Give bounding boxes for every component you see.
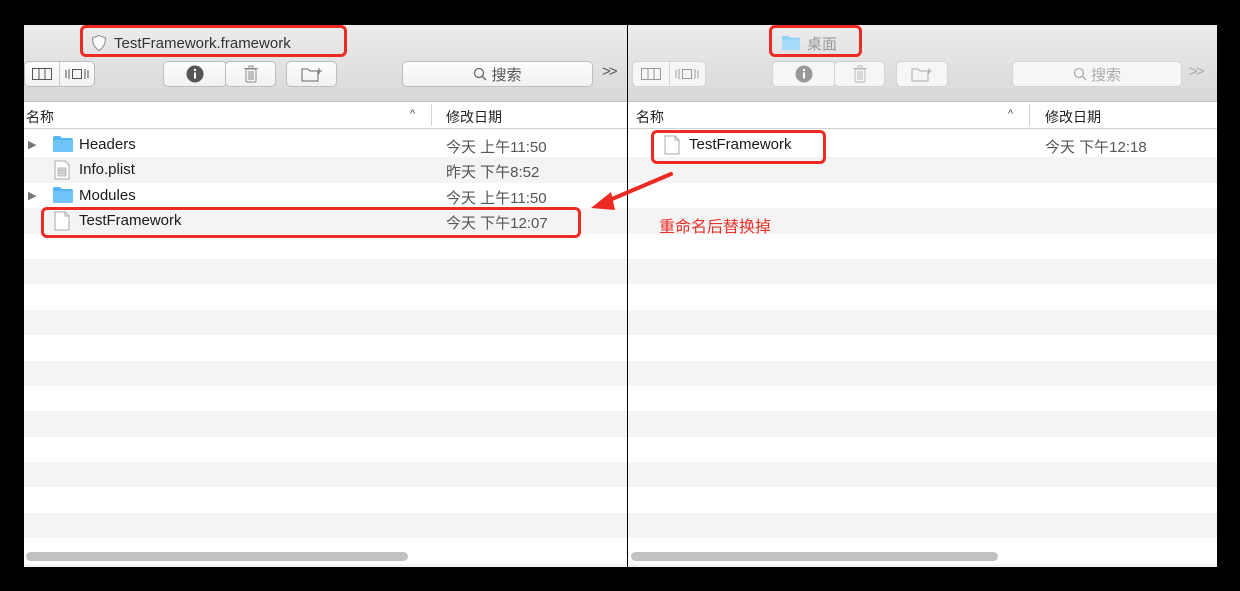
- empty-row: [628, 309, 1217, 336]
- empty-row: [24, 284, 627, 309]
- column-view-icon: [640, 68, 661, 80]
- empty-row: [24, 462, 627, 488]
- folder-icon: [52, 135, 74, 157]
- trash-icon: [852, 65, 867, 83]
- column-divider[interactable]: [431, 104, 432, 126]
- empty-row: [628, 234, 1217, 259]
- empty-row: [24, 309, 627, 336]
- toolbar-overflow-chevron[interactable]: >>: [1189, 63, 1204, 80]
- coverflow-view-icon: [675, 69, 699, 79]
- file-date: 昨天 下午8:52: [446, 164, 540, 182]
- empty-row: [628, 335, 1217, 360]
- search-placeholder: 搜索: [491, 66, 522, 84]
- new-folder-icon: [911, 68, 932, 82]
- file-name: Info.plist: [79, 161, 135, 179]
- folder-icon: [52, 186, 74, 208]
- disclosure-triangle-icon[interactable]: ▶: [28, 189, 36, 202]
- empty-row: [24, 411, 627, 437]
- empty-row: [628, 462, 1217, 488]
- toolbar-overflow-chevron[interactable]: >>: [602, 63, 617, 80]
- view-mode-segmented: [24, 61, 95, 87]
- new-folder-icon: [301, 68, 322, 82]
- empty-row: [24, 258, 627, 285]
- empty-row: [628, 487, 1217, 512]
- finder-window-right: 桌面 搜索 >> 名称 ^ 修改日期 TestFramework 今天 下午12…: [628, 25, 1217, 567]
- sort-ascending-icon: ^: [1008, 108, 1014, 120]
- coverflow-view-icon: [65, 69, 89, 79]
- empty-row: [628, 411, 1217, 437]
- empty-row: [24, 512, 627, 539]
- empty-row: [628, 563, 1217, 567]
- highlight-box-right-file: [651, 130, 826, 164]
- horizontal-scrollbar[interactable]: [26, 552, 408, 561]
- delete-button[interactable]: [834, 61, 885, 87]
- file-date: 今天 上午11:50: [446, 189, 547, 207]
- file-name: Headers: [79, 136, 136, 153]
- empty-row: [628, 386, 1217, 411]
- empty-row: [628, 183, 1217, 208]
- new-folder-button[interactable]: [286, 61, 337, 87]
- plist-file-icon: [54, 160, 70, 184]
- file-row-headers[interactable]: ▶ Headers 今天 上午11:50: [24, 132, 627, 157]
- file-row-modules[interactable]: ▶ Modules 今天 上午11:50: [24, 183, 627, 208]
- horizontal-scrollbar[interactable]: [631, 552, 998, 561]
- search-field[interactable]: 搜索: [1012, 61, 1182, 87]
- search-field[interactable]: 搜索: [402, 61, 593, 87]
- highlight-box-left-title: [80, 25, 347, 57]
- annotation-note: 重命名后替换掉: [659, 219, 772, 236]
- get-info-button[interactable]: [163, 61, 227, 87]
- name-column-header[interactable]: 名称: [26, 107, 54, 127]
- highlight-box-right-title: [769, 25, 862, 57]
- get-info-button[interactable]: [772, 61, 836, 87]
- empty-row: [24, 360, 627, 386]
- date-column-header[interactable]: 修改日期: [446, 107, 502, 127]
- empty-row: [24, 437, 627, 462]
- disclosure-triangle-icon[interactable]: ▶: [28, 138, 36, 151]
- empty-row: [24, 386, 627, 411]
- delete-button[interactable]: [225, 61, 276, 87]
- date-column-header[interactable]: 修改日期: [1045, 107, 1101, 127]
- coverflow-view-button[interactable]: [670, 62, 706, 86]
- name-column-header[interactable]: 名称: [636, 107, 664, 127]
- list-header: 名称 ^ 修改日期: [628, 102, 1217, 129]
- sort-ascending-icon: ^: [410, 108, 416, 120]
- file-list: TestFramework 今天 下午12:18: [628, 132, 1217, 567]
- highlight-box-left-file: [41, 207, 581, 238]
- finder-window-left: TestFramework.framework 搜索 >> 名称 ^ 修改日期 …: [24, 25, 627, 567]
- toolbar: 桌面 搜索 >>: [628, 25, 1217, 102]
- info-icon: [795, 65, 813, 83]
- column-view-button[interactable]: [25, 62, 60, 86]
- search-placeholder: 搜索: [1090, 66, 1121, 84]
- column-divider[interactable]: [1029, 104, 1030, 126]
- empty-row: [24, 487, 627, 512]
- annotation-arrow-icon: [591, 172, 673, 210]
- file-date: 今天 下午12:18: [1045, 139, 1147, 156]
- file-name: Modules: [79, 186, 136, 204]
- column-view-button[interactable]: [633, 62, 670, 86]
- search-icon: [474, 67, 487, 81]
- file-row-info-plist[interactable]: Info.plist 昨天 下午8:52: [24, 157, 627, 184]
- empty-row: [628, 258, 1217, 285]
- empty-row: [24, 563, 627, 567]
- list-header: 名称 ^ 修改日期: [24, 102, 627, 129]
- info-icon: [186, 65, 204, 83]
- trash-icon: [243, 65, 258, 83]
- file-list: ▶ Headers 今天 上午11:50 Info.plist 昨天 下午8:5…: [24, 132, 627, 567]
- coverflow-view-button[interactable]: [60, 62, 95, 86]
- empty-row: [24, 335, 627, 360]
- new-folder-button[interactable]: [896, 61, 948, 87]
- view-mode-segmented: [632, 61, 706, 87]
- empty-row: [628, 284, 1217, 309]
- empty-row: [628, 512, 1217, 539]
- empty-row: [628, 360, 1217, 386]
- search-icon: [1073, 67, 1087, 81]
- column-view-icon: [31, 68, 52, 80]
- file-date: 今天 上午11:50: [446, 139, 547, 156]
- empty-row: [628, 437, 1217, 462]
